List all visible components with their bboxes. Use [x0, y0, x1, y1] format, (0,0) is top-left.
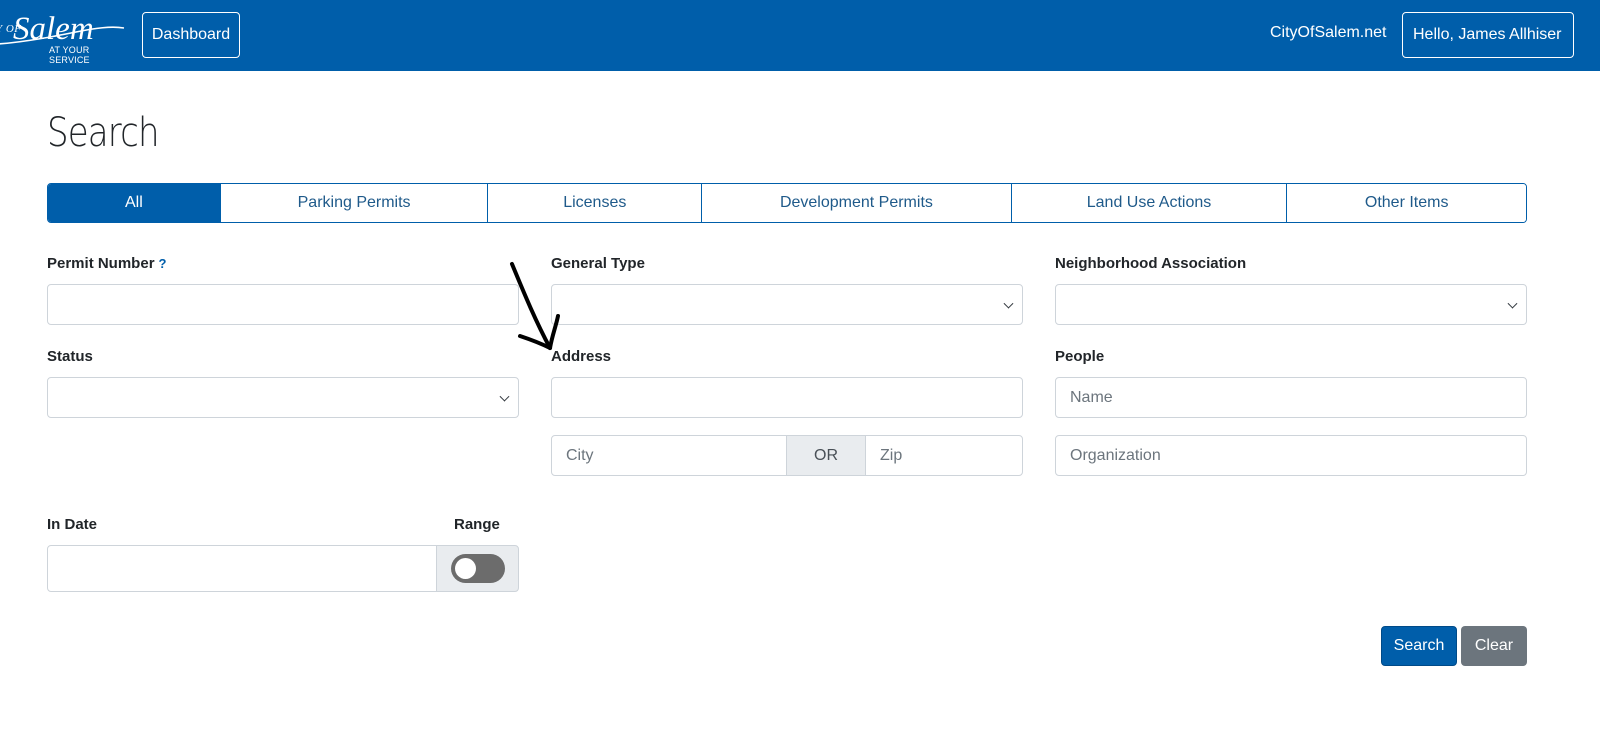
city-of-salem-logo[interactable]: Y OF Salem AT YOUR SERVICE [0, 11, 128, 65]
neighborhood-association-label: Neighborhood Association [1055, 255, 1247, 272]
tab-land-use-actions[interactable]: Land Use Actions [1010, 184, 1287, 222]
in-date-label: In Date [47, 516, 98, 533]
status-select[interactable] [47, 377, 519, 418]
permit-number-label: Permit Number? [47, 255, 166, 272]
clear-button[interactable]: Clear [1461, 626, 1527, 666]
search-category-tabs: All Parking Permits Licenses Development… [47, 183, 1527, 223]
status-label: Status [47, 348, 93, 365]
tab-all[interactable]: All [48, 184, 220, 222]
help-icon[interactable]: ? [159, 256, 167, 271]
search-button[interactable]: Search [1381, 626, 1457, 666]
dashboard-button[interactable]: Dashboard [142, 12, 240, 58]
people-label: People [1055, 348, 1105, 365]
top-navbar: Y OF Salem AT YOUR SERVICE Dashboard Cit… [0, 0, 1600, 71]
page-title: Search [47, 110, 160, 156]
city-of-salem-link[interactable]: CityOfSalem.net [1270, 24, 1386, 42]
hand-drawn-arrow-icon [510, 262, 560, 350]
logo-salem-text: Salem [13, 11, 94, 47]
tab-licenses[interactable]: Licenses [487, 184, 702, 222]
range-toggle-container [436, 545, 519, 592]
city-input[interactable]: City [551, 435, 787, 476]
people-name-input[interactable]: Name [1055, 377, 1527, 418]
neighborhood-association-select[interactable] [1055, 284, 1527, 325]
or-separator: OR [786, 435, 866, 476]
address-input[interactable] [551, 377, 1023, 418]
organization-input[interactable]: Organization [1055, 435, 1527, 476]
tab-parking-permits[interactable]: Parking Permits [219, 184, 488, 222]
toggle-knob [455, 558, 476, 579]
permit-number-input[interactable] [47, 284, 519, 325]
general-type-select[interactable] [551, 284, 1023, 325]
range-label: Range [454, 516, 500, 533]
in-date-input[interactable] [47, 545, 438, 592]
tab-development-permits[interactable]: Development Permits [701, 184, 1011, 222]
range-toggle[interactable] [451, 554, 505, 583]
user-menu-button[interactable]: Hello, James Allhiser [1402, 12, 1574, 58]
permit-number-label-text: Permit Number [47, 255, 155, 272]
logo-tagline: AT YOUR SERVICE [49, 45, 90, 65]
tab-other-items[interactable]: Other Items [1286, 184, 1526, 222]
zip-input[interactable]: Zip [865, 435, 1023, 476]
